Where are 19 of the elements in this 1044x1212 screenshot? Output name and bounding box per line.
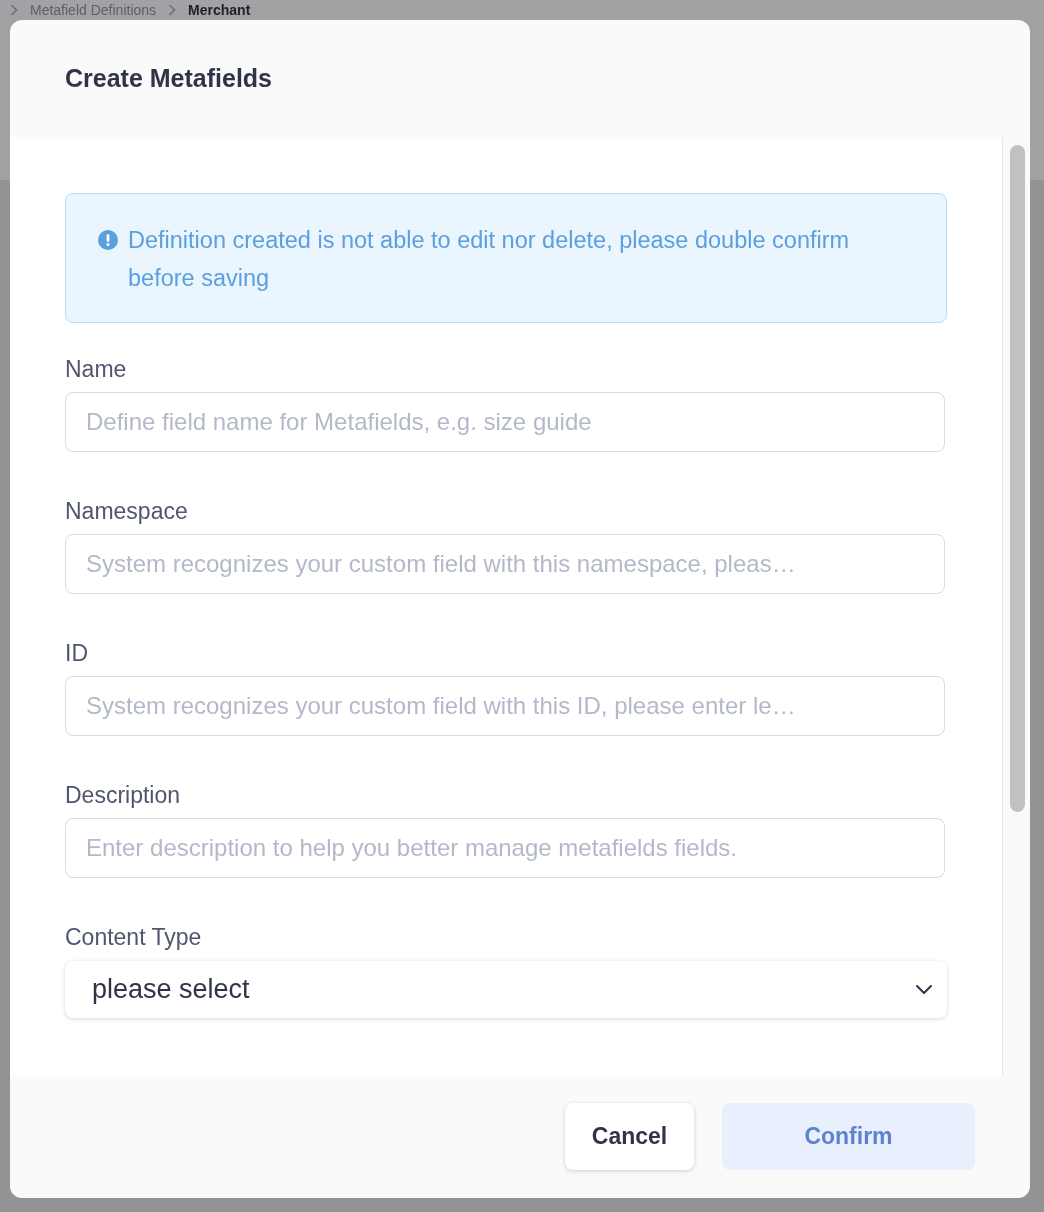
input-field[interactable]: System recognizes your custom field with this namespace, pleas…: [65, 534, 945, 594]
info-icon: [98, 230, 118, 250]
chevron-down-icon: [916, 985, 932, 994]
dialog-title: Create Metafields: [65, 64, 273, 93]
input-field[interactable]: Enter description to help you better manage metafields fields.: [65, 818, 945, 878]
field-label: ID: [65, 640, 88, 666]
chevron-right-icon: [168, 4, 177, 16]
field-label: Description: [65, 782, 181, 808]
input-field[interactable]: System recognizes your custom field with this ID, please enter le…: [65, 676, 945, 736]
field-label: Content Type: [65, 924, 202, 950]
scrollbar-thumb[interactable]: [1010, 145, 1025, 812]
field-label: Name: [65, 356, 127, 382]
input-field[interactable]: Define field name for Metafields, e.g. size guide: [65, 392, 945, 452]
field-label: Namespace: [65, 498, 188, 524]
dropdown-select[interactable]: please select: [65, 961, 947, 1018]
alert-message: Definition created is not able to edit nor delete, please double confirm before saving: [128, 226, 851, 293]
cancel-button[interactable]: Cancel: [565, 1103, 694, 1170]
chevron-right-icon: [10, 4, 18, 16]
breadcrumb-link[interactable]: Merchant: [188, 2, 251, 18]
